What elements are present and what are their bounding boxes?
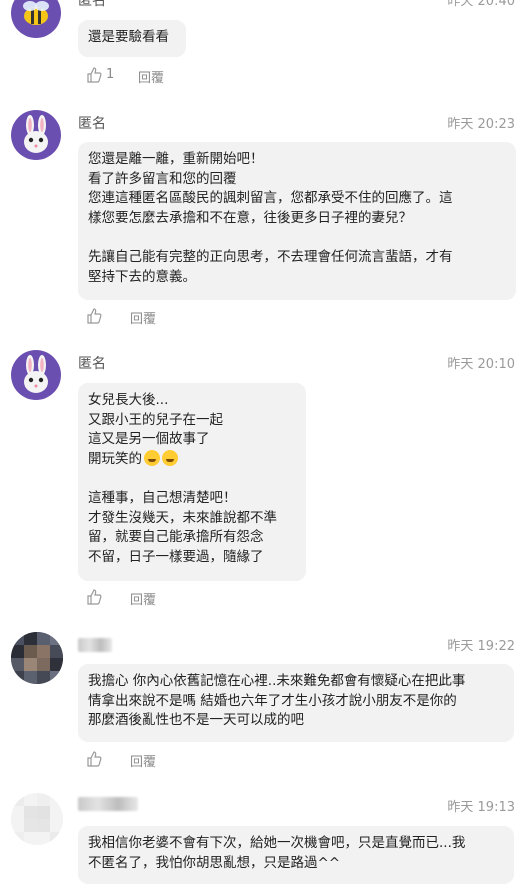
comment-actions: 回覆 [86,750,206,770]
comment-time: 昨天 19:22 [447,639,515,654]
comment-text-line: 我擔心 你內心依舊記憶在心裡..未來難免都會有懷疑心在把此事 [88,673,466,689]
comment-text-line: 才發生沒幾天，未來誰說都不準 [88,509,277,526]
comment-text: 開玩笑的 [88,450,142,467]
comment-text-line: 留，就要自己能承擔所有怨念 [88,529,264,546]
blurred-author-name [78,638,112,652]
bee-icon [23,1,49,25]
comment-time: 昨天 20:10 [447,357,515,372]
laughing-emoji-icon [144,449,160,466]
comment-text-line: 情拿出來說不是嗎 結婚也六年了才生小孩才說小朋友不是你的 [88,692,457,709]
comment-time: 昨天 20:23 [447,117,515,132]
comment-text-line: 女兒長大後... [88,392,169,408]
thumbs-up-icon[interactable] [86,67,102,83]
comment-text-line: 這又是另一個故事了 [88,431,210,448]
comment-text-line: 不留，日子一樣要過，隨緣了 [88,548,264,565]
comment-text-line [88,469,296,489]
comment-bubble: 我相信你老婆不會有下次，給她一次機會吧，只是直覺而已...我 不匿名了，我怕你胡… [78,826,514,884]
comment-text-line: 又跟小王的兒子在一起 [88,411,223,428]
thumbs-up-icon[interactable] [86,751,102,767]
rabbit-icon [24,115,48,153]
comment-text-line: 還是要驗看看 [88,29,169,45]
laughing-emoji-icon [162,449,178,466]
comment-text-line: 看了許多留言和您的回覆 [88,170,237,187]
comment-text-line: 堅持下去的意義。 [88,268,196,285]
comment-author: 匿名 [78,116,106,132]
thumbs-up-icon[interactable] [86,589,102,605]
comment-actions: 回覆 [86,307,206,327]
pixelated-default-avatar-icon [11,793,63,845]
comment-text-line: 您連這種匿名區酸民的諷刺留言，您都承受不住的回應了。這 [88,190,453,207]
comment-text-line: 先讓自己能有完整的正向思考，不去理會任何流言蜚語，才有 [88,248,453,265]
comment-author: 匿名 [78,0,106,9]
comment-time: 昨天 19:13 [447,800,515,815]
comment-time: 昨天 20:40 [447,0,515,9]
pixelated-default-avatar[interactable] [11,793,63,845]
rabbit-avatar[interactable] [11,350,61,400]
comment-bubble: 女兒長大後... 又跟小王的兒子在一起 這又是另一個故事了 開玩笑的 這種事，自… [78,383,306,581]
pixelated-photo-avatar[interactable] [11,632,63,684]
comment-text-line [88,228,506,248]
rabbit-avatar[interactable] [11,110,61,160]
comment-actions: 回覆 [86,588,206,608]
comment-author: 匿名 [78,356,106,372]
comment-text-line: 您還是離一離，重新開始吧！ [88,151,264,167]
comment-bubble: 您還是離一離，重新開始吧！ 看了許多留言和您的回覆 您連這種匿名區酸民的諷刺留言… [78,142,516,300]
rabbit-icon [24,355,48,393]
blurred-author-name [78,797,138,811]
comment-text-line: 開玩笑的 [88,449,296,470]
reply-button[interactable]: 回覆 [138,67,164,86]
comment-text-line: 那麼酒後亂性也不是一天可以成的吧 [88,712,304,729]
like-count: 1 [106,67,115,82]
thumbs-up-icon[interactable] [86,308,102,324]
reply-button[interactable]: 回覆 [130,751,156,770]
comment-text-line: 樣您要怎麼去承擔和不在意，往後更多日子裡的妻兒？ [88,209,412,226]
comment-actions: 1 回覆 [86,66,206,86]
comment-text-line: 這種事，自己想清楚吧！ [88,489,237,506]
reply-button[interactable]: 回覆 [130,308,156,327]
comment-text-line: 不匿名了，我怕你胡思亂想，只是路過^^ [88,854,341,871]
bee-avatar[interactable] [11,0,61,38]
pixelated-photo-avatar-icon [11,632,63,684]
comment-bubble: 我擔心 你內心依舊記憶在心裡..未來難免都會有懷疑心在把此事 情拿出來說不是嗎 … [78,664,514,742]
comment-bubble: 還是要驗看看 [78,20,186,57]
comment-text-line: 我相信你老婆不會有下次，給她一次機會吧，只是直覺而已...我 [88,835,466,851]
reply-button[interactable]: 回覆 [130,589,156,608]
